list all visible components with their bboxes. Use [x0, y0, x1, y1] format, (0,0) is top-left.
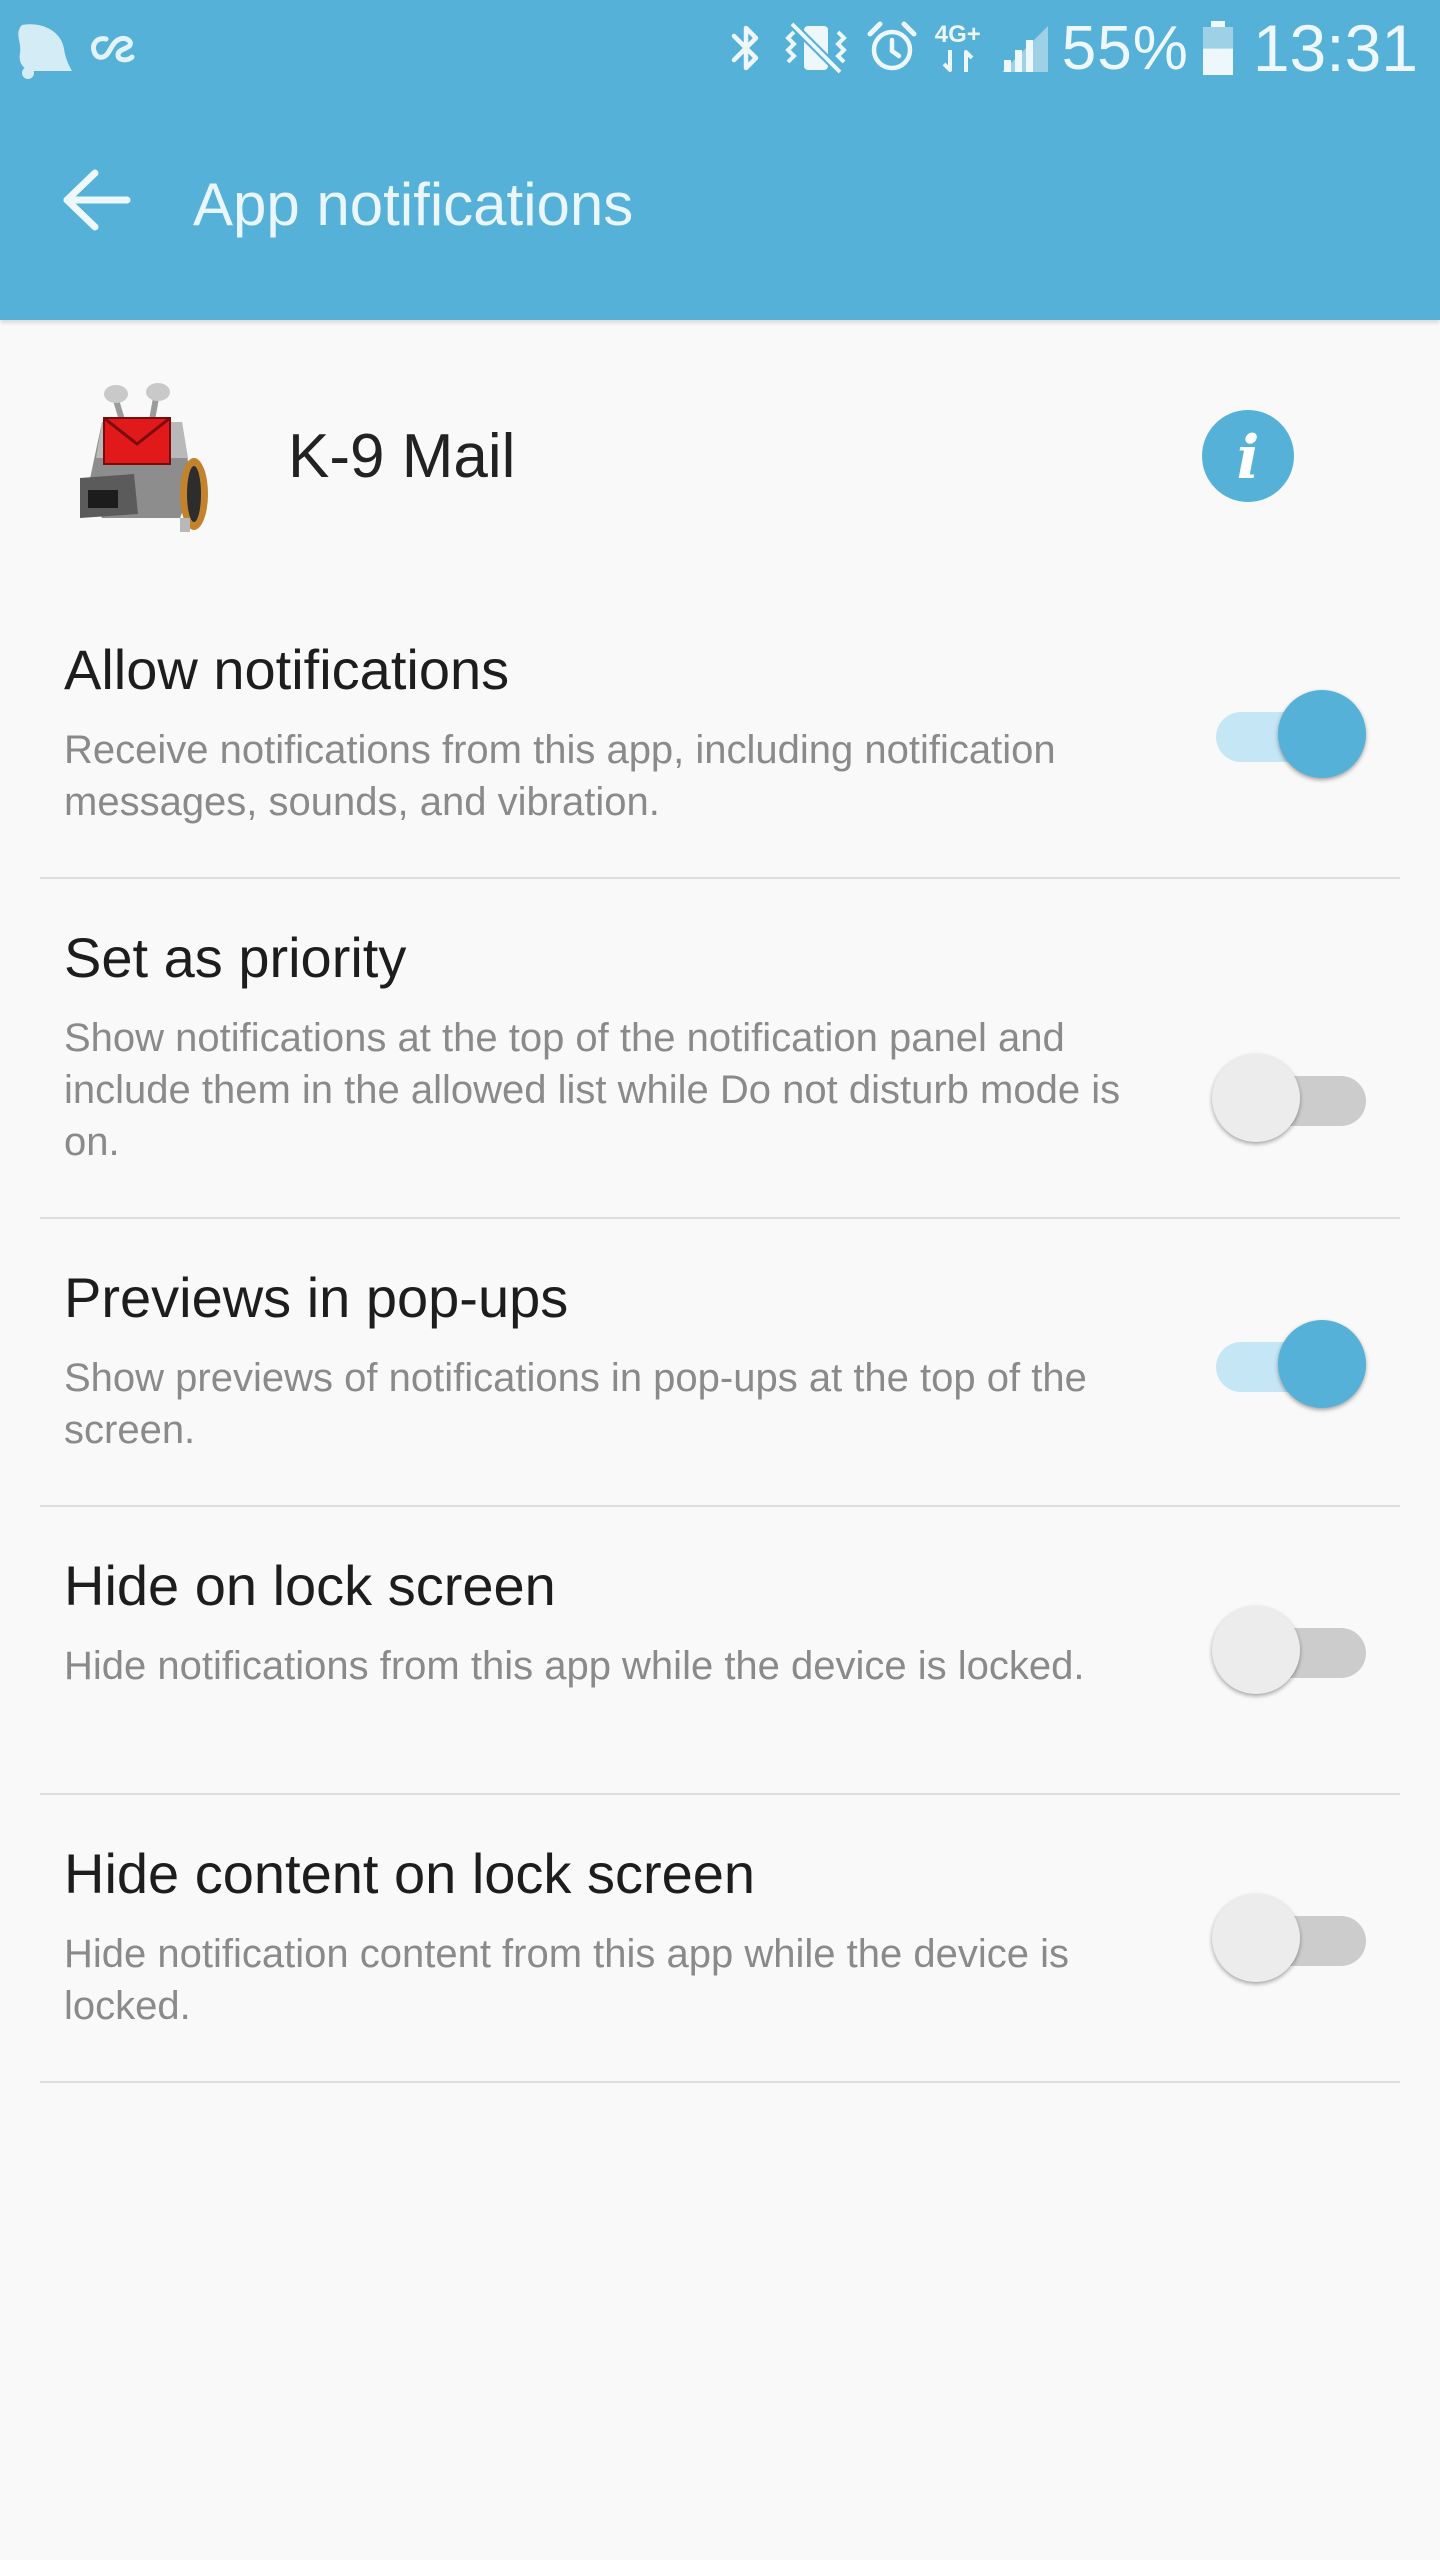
setting-description: Show previews of notifications in pop-up… — [64, 1356, 1087, 1452]
battery-icon — [1201, 19, 1235, 77]
notification-bell-icon — [14, 19, 72, 79]
allow-notifications-toggle[interactable] — [1212, 684, 1370, 784]
top-bar: 4G+ 55% 13:31 App notifications — [0, 0, 1440, 320]
toggle-thumb — [1212, 1894, 1300, 1982]
setting-title: Hide content on lock screen — [64, 1842, 756, 1905]
setting-description: Hide notifications from this app while t… — [64, 1644, 1085, 1688]
page-title: App notifications — [193, 171, 634, 238]
setting-hide-content-on-lock-screen[interactable]: Hide content on lock screen Hide notific… — [0, 1830, 1440, 2082]
alarm-icon — [866, 20, 918, 76]
setting-set-as-priority[interactable]: Set as priority Show notifications at th… — [0, 914, 1440, 1216]
hide-content-on-lock-screen-toggle[interactable] — [1212, 1888, 1370, 1988]
setting-description: Hide notification content from this app … — [64, 1932, 1069, 2028]
app-name: K-9 Mail — [288, 422, 516, 491]
clock: 13:31 — [1252, 11, 1418, 85]
divider — [40, 877, 1400, 879]
status-bar: 4G+ 55% 13:31 — [0, 0, 1440, 96]
back-arrow-icon — [61, 169, 131, 231]
signal-icon — [998, 22, 1050, 74]
setting-title: Previews in pop-ups — [64, 1266, 569, 1329]
app-info-button[interactable]: i — [1202, 410, 1294, 502]
previews-in-popups-toggle[interactable] — [1212, 1314, 1370, 1414]
divider — [40, 1793, 1400, 1795]
hide-on-lock-screen-toggle[interactable] — [1212, 1600, 1370, 1700]
os-logo-icon — [88, 29, 138, 69]
battery-percent: 55% — [1061, 13, 1189, 83]
setting-previews-in-popups[interactable]: Previews in pop-ups Show previews of not… — [0, 1254, 1440, 1506]
toggle-thumb — [1278, 1320, 1366, 1408]
toggle-thumb — [1212, 1054, 1300, 1142]
setting-title: Hide on lock screen — [64, 1554, 556, 1617]
toggle-thumb — [1278, 690, 1366, 778]
vibrate-mute-icon — [778, 20, 854, 76]
network-type-label: 4G+ — [934, 21, 981, 48]
setting-title: Set as priority — [64, 926, 407, 989]
setting-description: Receive notifications from this app, inc… — [64, 728, 1056, 824]
app-header: K-9 Mail i — [0, 322, 1440, 592]
divider — [40, 1217, 1400, 1219]
setting-hide-on-lock-screen[interactable]: Hide on lock screen Hide notifications f… — [0, 1542, 1440, 1794]
setting-allow-notifications[interactable]: Allow notifications Receive notification… — [0, 626, 1440, 878]
k9-mail-app-icon — [72, 378, 222, 532]
setting-title: Allow notifications — [64, 638, 510, 701]
divider — [40, 2081, 1400, 2083]
divider — [40, 1505, 1400, 1507]
back-button[interactable] — [46, 150, 146, 250]
toggle-thumb — [1212, 1606, 1300, 1694]
set-as-priority-toggle[interactable] — [1212, 1048, 1370, 1148]
status-bar-right: 4G+ 55% 13:31 — [726, 8, 1418, 88]
setting-description: Show notifications at the top of the not… — [64, 1016, 1121, 1164]
info-icon: i — [1236, 423, 1260, 493]
app-bar: App notifications — [0, 96, 1440, 320]
4g-plus-data-icon: 4G+ — [930, 22, 986, 74]
bluetooth-icon — [726, 20, 766, 76]
status-bar-left — [14, 14, 138, 84]
